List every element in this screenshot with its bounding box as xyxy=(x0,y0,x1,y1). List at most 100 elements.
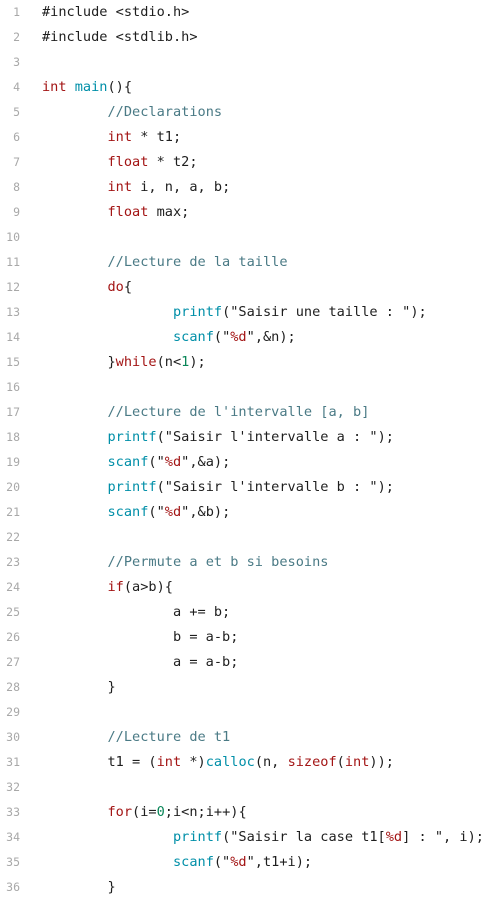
code-token: (a>b){ xyxy=(123,579,173,595)
code-token: scanf xyxy=(107,454,149,470)
code-token: * t1; xyxy=(132,129,182,145)
code-line[interactable]: 16 xyxy=(0,375,493,400)
code-token: ("Saisir l'intervalle a : "); xyxy=(156,429,394,445)
line-number: 2 xyxy=(13,30,20,44)
code-token: ( xyxy=(336,754,345,770)
code-line[interactable]: 3 xyxy=(0,50,493,75)
line-number: 13 xyxy=(6,305,20,319)
code-line[interactable]: 5 //Declarations xyxy=(0,100,493,125)
code-line[interactable]: 18 printf("Saisir l'intervalle a : "); xyxy=(0,425,493,450)
line-code: printf("Saisir la case t1[%d] : ", i); xyxy=(42,825,484,850)
line-number: 18 xyxy=(6,430,20,444)
line-number: 14 xyxy=(6,330,20,344)
code-token: (n, xyxy=(254,754,288,770)
code-line[interactable]: 35 scanf("%d",t1+i); xyxy=(0,850,493,875)
code-token: int xyxy=(107,129,133,145)
code-line[interactable]: 29 xyxy=(0,700,493,725)
code-token: scanf xyxy=(107,504,149,520)
code-line[interactable]: 19 scanf("%d",&a); xyxy=(0,450,493,475)
code-line[interactable]: 7 float * t2; xyxy=(0,150,493,175)
code-line[interactable]: 21 scanf("%d",&b); xyxy=(0,500,493,525)
code-token: %d xyxy=(164,454,182,470)
line-number: 28 xyxy=(6,680,20,694)
line-number: 12 xyxy=(6,280,20,294)
code-token: (){ xyxy=(107,79,133,95)
code-token: a += b; xyxy=(42,604,231,620)
code-line[interactable]: 30 //Lecture de t1 xyxy=(0,725,493,750)
line-code: //Lecture de l'intervalle [a, b] xyxy=(42,400,369,425)
code-line[interactable]: 2 #include <stdlib.h> xyxy=(0,25,493,50)
code-token: for xyxy=(107,804,133,820)
code-line[interactable]: 22 xyxy=(0,525,493,550)
line-code: a = a-b; xyxy=(42,650,238,675)
code-token: //Lecture de la taille xyxy=(107,254,288,270)
code-line[interactable]: 11 //Lecture de la taille xyxy=(0,250,493,275)
code-line[interactable]: 26 b = a-b; xyxy=(0,625,493,650)
code-line[interactable]: 14 scanf("%d",&n); xyxy=(0,325,493,350)
line-code: } xyxy=(42,675,115,700)
line-code: for(i=0;i<n;i++){ xyxy=(42,800,247,825)
line-number: 24 xyxy=(6,580,20,594)
line-number: 21 xyxy=(6,505,20,519)
code-token: (n< xyxy=(156,354,182,370)
code-line[interactable]: 32 xyxy=(0,775,493,800)
code-token: ] : ", i); xyxy=(402,829,484,845)
line-number: 35 xyxy=(6,855,20,869)
code-line[interactable]: 1 #include <stdio.h> xyxy=(0,0,493,25)
code-line[interactable]: 36 } xyxy=(0,875,493,900)
code-line[interactable]: 28 } xyxy=(0,675,493,700)
code-line[interactable]: 4 int main(){ xyxy=(0,75,493,100)
line-code: scanf("%d",&a); xyxy=(42,450,230,475)
code-line[interactable]: 10 xyxy=(0,225,493,250)
code-line[interactable]: 13 printf("Saisir une taille : "); xyxy=(0,300,493,325)
code-token: int xyxy=(344,754,370,770)
line-number: 31 xyxy=(6,755,20,769)
code-line[interactable]: 15 }while(n<1); xyxy=(0,350,493,375)
code-token: } xyxy=(42,354,116,370)
code-line[interactable]: 12 do{ xyxy=(0,275,493,300)
code-token: %d xyxy=(164,504,182,520)
line-number: 3 xyxy=(13,55,20,69)
code-token: //Lecture de l'intervalle [a, b] xyxy=(107,404,370,420)
code-viewer[interactable]: 1 #include <stdio.h> 2 #include <stdlib.h> 3… xyxy=(0,0,493,899)
code-line[interactable]: 6 int * t1; xyxy=(0,125,493,150)
code-token: %d xyxy=(385,829,403,845)
line-number: 20 xyxy=(6,480,20,494)
code-token: ;i<n;i++){ xyxy=(164,804,247,820)
line-number: 22 xyxy=(6,530,20,544)
code-line[interactable]: 25 a += b; xyxy=(0,600,493,625)
line-number: 34 xyxy=(6,830,20,844)
code-token: #include <stdlib.h> xyxy=(42,29,198,45)
code-token: ",&a); xyxy=(181,454,231,470)
code-token: //Lecture de t1 xyxy=(107,729,231,745)
code-line[interactable]: 20 printf("Saisir l'intervalle b : "); xyxy=(0,475,493,500)
code-line[interactable]: 31 t1 = (int *)calloc(n, sizeof(int)); xyxy=(0,750,493,775)
code-token: { xyxy=(123,279,133,295)
line-code: scanf("%d",&n); xyxy=(42,325,296,350)
line-number: 16 xyxy=(6,380,20,394)
code-token: int xyxy=(156,754,182,770)
line-number: 36 xyxy=(6,880,20,894)
line-code: float max; xyxy=(42,200,189,225)
code-line[interactable]: 33 for(i=0;i<n;i++){ xyxy=(0,800,493,825)
code-line[interactable]: 23 //Permute a et b si besoins xyxy=(0,550,493,575)
code-line[interactable]: 17 //Lecture de l'intervalle [a, b] xyxy=(0,400,493,425)
code-line[interactable]: 9 float max; xyxy=(0,200,493,225)
line-number: 1 xyxy=(13,5,20,19)
code-line[interactable]: 24 if(a>b){ xyxy=(0,575,493,600)
code-token: do xyxy=(107,279,124,295)
code-line[interactable]: 8 int i, n, a, b; xyxy=(0,175,493,200)
line-code: printf("Saisir une taille : "); xyxy=(42,300,427,325)
line-code: do{ xyxy=(42,275,132,300)
line-code: //Permute a et b si besoins xyxy=(42,550,328,575)
code-line[interactable]: 34 printf("Saisir la case t1[%d] : ", i)… xyxy=(0,825,493,850)
code-line[interactable]: 27 a = a-b; xyxy=(0,650,493,675)
